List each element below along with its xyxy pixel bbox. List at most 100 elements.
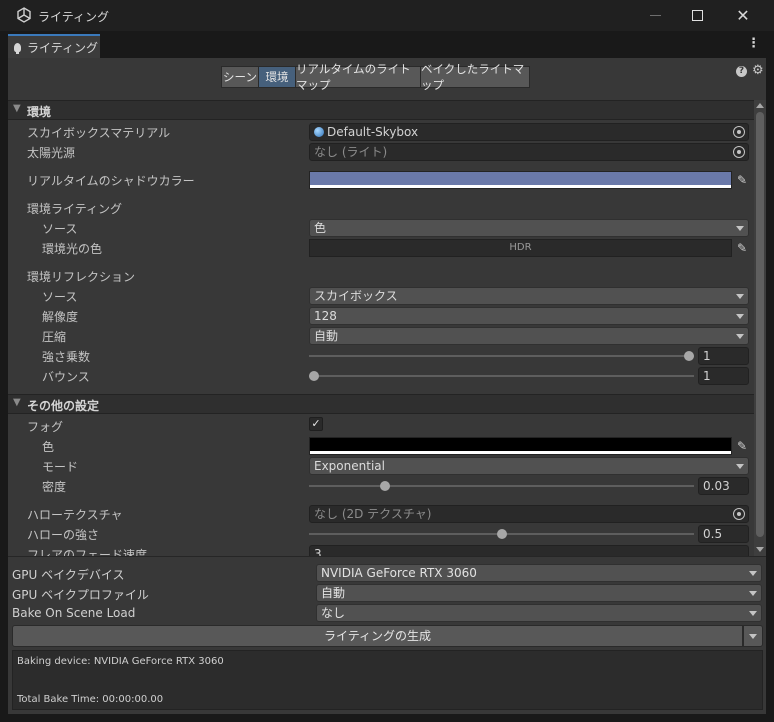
window-title: ライティング [38, 10, 110, 24]
chevron-down-icon [749, 591, 757, 596]
bake-on-scene-load-dropdown[interactable]: なし [316, 604, 762, 622]
skybox-material-label: スカイボックスマテリアル [27, 126, 171, 140]
eyedropper-icon[interactable]: ✎ [733, 437, 751, 455]
tab-lighting[interactable]: ライティング [8, 34, 100, 58]
scrollbar-thumb[interactable] [756, 112, 764, 537]
compression-dropdown[interactable]: 自動 [309, 327, 749, 345]
fog-checkbox[interactable]: ✓ [309, 417, 323, 431]
fold-arrow-icon: ▼ [13, 397, 21, 408]
unity-logo-icon [17, 7, 31, 23]
reflection-source-dropdown[interactable]: スカイボックス [309, 287, 749, 305]
fog-density-slider-handle[interactable] [380, 481, 391, 491]
gpu-bake-profile-label: GPU ベイクプロファイル [12, 588, 149, 602]
fog-mode-label: モード [42, 460, 79, 474]
baking-device-status: Baking device: NVIDIA GeForce RTX 3060 [17, 656, 224, 667]
chevron-down-icon [749, 571, 757, 576]
resolution-label: 解像度 [42, 310, 79, 324]
sun-source-field[interactable]: なし (ライト) [309, 143, 749, 161]
resolution-dropdown[interactable]: 128 [309, 307, 749, 325]
bounces-slider-handle[interactable] [309, 371, 319, 381]
intensity-input[interactable]: 1 [698, 347, 749, 365]
intensity-slider-handle[interactable] [684, 351, 694, 361]
fog-density-slider-track[interactable] [309, 485, 694, 487]
lighting-panel: シーン 環境 リアルタイムのライトマップ ベイクしたライトマップ ? ⚙ ▼ 環… [8, 58, 766, 714]
halo-strength-label: ハローの強さ [27, 528, 100, 542]
tab-baked-lightmaps[interactable]: ベイクしたライトマップ [420, 62, 530, 92]
vertical-scrollbar[interactable] [754, 100, 766, 556]
ambient-color-label: 環境光の色 [42, 242, 103, 256]
gpu-bake-device-value: NVIDIA GeForce RTX 3060 [321, 566, 477, 580]
eyedropper-icon[interactable]: ✎ [733, 171, 751, 189]
lighting-toolbar: シーン 環境 リアルタイムのライトマップ ベイクしたライトマップ [221, 62, 530, 92]
section-title: 環境 [27, 105, 52, 119]
env-reflection-label: 環境リフレクション [27, 270, 136, 284]
fog-mode-value: Exponential [314, 459, 385, 473]
halo-texture-value: なし (2D テクスチャ) [314, 507, 432, 521]
tab-environment[interactable]: 環境 [258, 66, 295, 88]
tab-realtime-lightmaps[interactable]: リアルタイムのライトマップ [295, 62, 420, 92]
halo-strength-input[interactable]: 0.5 [698, 525, 749, 543]
tab-scene[interactable]: シーン [221, 66, 258, 88]
other-settings-section-header[interactable]: ▼ その他の設定 [8, 394, 754, 414]
chevron-down-icon [749, 611, 757, 616]
minimize-button[interactable] [632, 0, 678, 31]
env-lighting-source-label: ソース [42, 222, 78, 236]
settings-scroll-area: ▼ 環境 スカイボックスマテリアル Default-Skybox 太陽光源 なし… [8, 100, 766, 556]
chevron-down-icon [749, 634, 757, 639]
halo-texture-field[interactable]: なし (2D テクスチャ) [309, 505, 749, 523]
eyedropper-icon[interactable]: ✎ [733, 239, 751, 257]
sun-source-value: なし (ライト) [314, 145, 388, 159]
skybox-material-value: Default-Skybox [327, 125, 419, 139]
environment-section-header[interactable]: ▼ 環境 [8, 100, 754, 120]
halo-texture-label: ハローテクスチャ [27, 508, 123, 522]
reflection-source-value: スカイボックス [314, 289, 398, 303]
object-picker-icon[interactable] [733, 146, 745, 158]
realtime-shadow-color-label: リアルタイムのシャドウカラー [27, 174, 195, 188]
skybox-icon [314, 127, 324, 137]
fog-label: フォグ [27, 420, 64, 434]
gpu-bake-device-dropdown[interactable]: NVIDIA GeForce RTX 3060 [316, 564, 762, 582]
chevron-down-icon [736, 294, 744, 299]
bake-on-scene-load-label: Bake On Scene Load [12, 606, 136, 620]
chevron-down-icon [736, 464, 744, 469]
help-icon[interactable]: ? [736, 66, 747, 77]
maximize-icon [691, 10, 703, 21]
generate-lighting-options-button[interactable] [743, 625, 763, 647]
bounces-input[interactable]: 1 [698, 367, 749, 385]
total-bake-time-status: Total Bake Time: 00:00:00.00 [17, 694, 164, 705]
realtime-shadow-color-field[interactable] [309, 171, 732, 189]
generate-lighting-split-button: ライティングの生成 [12, 625, 763, 647]
skybox-material-field[interactable]: Default-Skybox [309, 123, 749, 141]
fog-mode-dropdown[interactable]: Exponential [309, 457, 749, 475]
fog-color-field[interactable] [309, 437, 732, 455]
flare-fade-input[interactable]: 3 [309, 545, 749, 556]
object-picker-icon[interactable] [733, 126, 745, 138]
lightbulb-icon [14, 42, 21, 54]
kebab-menu-icon[interactable]: ⋮ [747, 37, 760, 50]
sun-source-label: 太陽光源 [27, 146, 76, 160]
close-button[interactable]: ✕ [720, 0, 766, 31]
fog-density-input[interactable]: 0.03 [698, 477, 749, 495]
fog-density-label: 密度 [42, 480, 67, 494]
reflection-source-label: ソース [42, 290, 78, 304]
gear-icon[interactable]: ⚙ [752, 64, 764, 78]
env-lighting-label: 環境ライティング [27, 202, 123, 216]
compression-label: 圧縮 [42, 330, 67, 344]
generate-lighting-button[interactable]: ライティングの生成 [12, 625, 743, 647]
scroll-up-icon[interactable] [756, 103, 764, 108]
halo-strength-slider-handle[interactable] [496, 529, 507, 539]
chevron-down-icon [736, 334, 744, 339]
ambient-color-field[interactable]: HDR [309, 239, 732, 257]
chevron-down-icon [736, 314, 744, 319]
editor-tabbar: ライティング ⋮ [8, 31, 766, 58]
object-picker-icon[interactable] [733, 508, 745, 520]
bounces-label: バウンス [42, 370, 90, 384]
fog-color-label: 色 [42, 440, 55, 454]
bounces-slider-track[interactable] [309, 375, 694, 377]
gpu-bake-profile-dropdown[interactable]: 自動 [316, 584, 762, 602]
intensity-slider-track[interactable] [309, 355, 694, 357]
env-lighting-source-dropdown[interactable]: 色 [309, 219, 749, 237]
scroll-down-icon[interactable] [756, 547, 764, 552]
maximize-button[interactable] [674, 0, 720, 31]
fold-arrow-icon: ▼ [13, 103, 21, 114]
